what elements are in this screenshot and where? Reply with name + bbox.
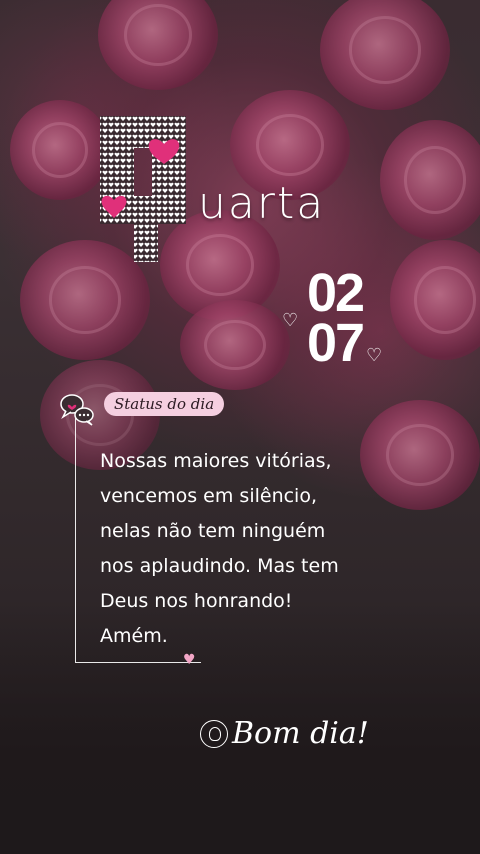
page-title: uarta [198,178,326,229]
status-message: Nossas maiores vitórias, vencemos em sil… [100,444,410,654]
rose-decoration [180,300,290,390]
status-screen: uarta 02 07 ♡ ♡ Status do dia Nossas mai… [0,0,480,854]
greeting-text: Bom dia! [232,716,369,751]
status-badge: Status do dia [104,392,225,416]
rose-decoration [10,100,110,200]
message-line: Deus nos honrando! [100,590,293,612]
date-display: 02 07 [300,263,370,373]
heart-icon: ♥ [183,652,196,668]
message-line: vencemos em silêncio, [100,485,317,507]
flower-icon [200,719,228,748]
date-day: 02 [306,263,365,323]
heart-icon: ♡ [366,345,383,366]
message-line: nos aplaudindo. Mas tem [100,555,339,577]
greeting-signature: Bom dia! [200,716,369,751]
message-line: nelas não tem ninguém [100,520,326,542]
rose-decoration [98,0,218,90]
date-month: 07 [306,313,365,373]
heart-icon: ♡ [282,310,299,331]
chat-bubbles-icon [60,394,94,426]
rose-decoration [320,0,450,110]
rose-decoration [380,120,480,240]
message-line: Amém. [100,625,168,647]
rose-decoration [390,240,480,360]
title-first-letter [96,104,190,264]
message-line: Nossas maiores vitórias, [100,450,332,472]
